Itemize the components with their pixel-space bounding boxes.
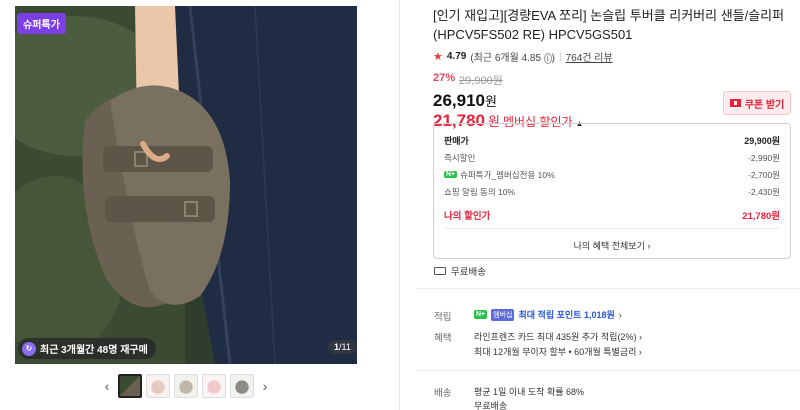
- rating-score: 4.79: [446, 51, 467, 62]
- discount-row: 27% 29,900원: [433, 72, 793, 88]
- thumbnail-strip: ‹ ›: [100, 374, 272, 398]
- free-shipping-text: 무료배송: [451, 267, 486, 278]
- repurchase-badge: ↻ 최근 3개월간 48명 재구매: [18, 338, 156, 359]
- chevron-right-icon: ›: [638, 347, 642, 357]
- membership-badge: 멤버십: [491, 308, 515, 321]
- repurchase-icon: ↻: [22, 341, 36, 356]
- my-price-value: 21,780원: [742, 211, 780, 222]
- npay-badge: N+: [444, 171, 458, 178]
- points-label: 적립: [434, 312, 452, 323]
- breakdown-label: 즉시할인: [444, 152, 476, 163]
- thumbnail-2[interactable]: [146, 374, 170, 398]
- discount-rate: 27%: [433, 72, 456, 84]
- breakdown-row: N+ 슈퍼특가_멤버십전용 10% -2,700원: [444, 166, 780, 183]
- points-text: 최대 적립 포인트 1,018원: [518, 310, 615, 320]
- my-price-label: 나의 할인가: [444, 211, 491, 222]
- all-benefits-link[interactable]: 나의 혜택 전체보기 ›: [444, 239, 780, 252]
- thumbnail-5[interactable]: [230, 374, 254, 398]
- sale-price-value: 26,910: [433, 91, 485, 110]
- counter-total: /11: [339, 342, 351, 352]
- free-shipping-row: 무료배송: [434, 264, 486, 278]
- chevron-right-icon: ›: [618, 309, 622, 320]
- card-benefit-link[interactable]: 라인프렌즈 카드 최대 435원 추가 적립(2%) ›: [474, 330, 642, 343]
- breakdown-value: -2,700원: [748, 169, 780, 180]
- thumb-next-button[interactable]: ›: [258, 374, 272, 398]
- thumbnail-1[interactable]: [118, 374, 142, 398]
- breakdown-label: 판매가: [444, 136, 469, 146]
- breakdown-label: 슈퍼특가_멤버십전용 10%: [460, 169, 555, 180]
- thumbnail-3[interactable]: [174, 374, 198, 398]
- points-row[interactable]: N+ 멤버십 최대 적립 포인트 1,018원 ›: [474, 308, 622, 321]
- main-product-image[interactable]: [15, 6, 357, 364]
- naver-plus-badge: N+: [474, 310, 488, 319]
- truck-icon: [434, 267, 446, 275]
- review-count-link[interactable]: 764건 리뷰: [566, 49, 613, 64]
- thumbnail-4[interactable]: [202, 374, 226, 398]
- chevron-right-icon: ›: [647, 241, 651, 251]
- delivery-label: 배송: [434, 388, 452, 399]
- rating-divider: |: [558, 51, 562, 62]
- breakdown-row: 판매가 29,900원: [444, 132, 780, 149]
- breakdown-row: 즉시할인 -2,990원: [444, 149, 780, 166]
- rating-recent: (최근 6개월 4.85 i): [470, 53, 555, 64]
- original-price: 29,900원: [459, 75, 503, 87]
- price-breakdown: 판매가 29,900원 즉시할인 -2,990원 N+ 슈퍼특가_멤버십전용 10…: [433, 123, 791, 259]
- benefit-label: 혜택: [434, 333, 452, 344]
- coupon-button[interactable]: 쿠폰 받기: [723, 91, 791, 115]
- section-divider: [416, 288, 800, 289]
- section-divider: [416, 370, 800, 371]
- thumb-prev-button[interactable]: ‹: [100, 374, 114, 398]
- installment-benefit-link[interactable]: 최대 12개월 무이자 할부 • 60개월 특별금리 ›: [474, 345, 642, 358]
- chevron-right-icon: ›: [638, 332, 642, 342]
- breakdown-label: 쇼핑 알림 동의 10%: [444, 186, 516, 197]
- my-price-row: 나의 할인가 21,780원: [444, 206, 780, 224]
- breakdown-value: -2,430원: [748, 186, 780, 197]
- column-divider: [399, 0, 400, 410]
- coupon-label: 쿠폰 받기: [744, 99, 785, 111]
- delivery-fee: 무료배송: [474, 401, 508, 410]
- repurchase-text: 최근 3개월간 48명 재구매: [40, 345, 148, 356]
- sale-price-unit: 원: [485, 94, 497, 109]
- super-deal-badge: 슈퍼특가: [17, 13, 66, 34]
- delivery-eta: 평균 1일 이내 도착 확률 68%: [474, 387, 585, 397]
- breakdown-value: 29,900원: [744, 136, 780, 146]
- product-gallery: 슈퍼특가 ↻ 최근 3개월간 48명 재구매 1/11 ‹ ›: [0, 0, 400, 410]
- star-icon: ★: [433, 51, 443, 63]
- rating-row: ★ 4.79 (최근 6개월 4.85 i) | 764건 리뷰: [433, 49, 793, 64]
- image-counter: 1/11: [328, 340, 357, 354]
- breakdown-value: -2,990원: [748, 152, 780, 163]
- product-title: [인기 재입고][경량EVA 쪼리] 논슬립 투버클 리커버리 샌들/슬리퍼 (…: [433, 8, 785, 42]
- coupon-icon: [729, 99, 741, 107]
- breakdown-row: 쇼핑 알림 동의 10% -2,430원: [444, 183, 780, 200]
- breakdown-divider: [444, 228, 780, 229]
- info-icon[interactable]: i: [543, 53, 552, 64]
